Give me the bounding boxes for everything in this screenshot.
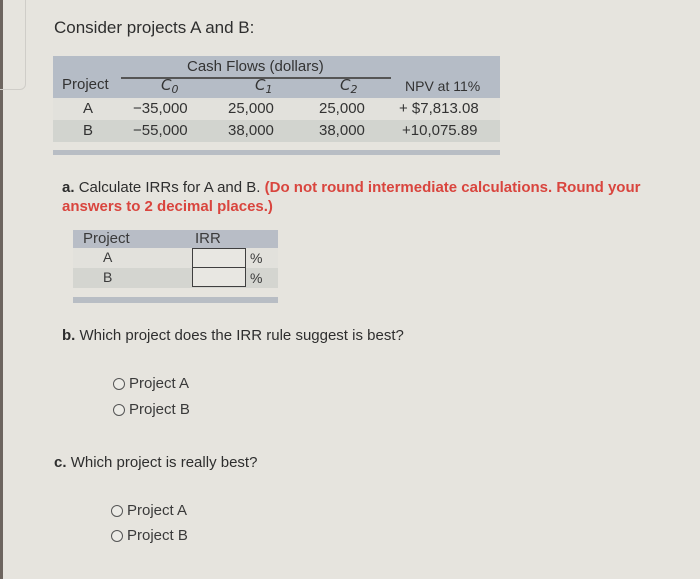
intro-text: Consider projects A and B:: [54, 18, 255, 37]
irr-header-irr: IRR: [195, 230, 221, 247]
header-c0-base: C: [161, 76, 172, 94]
cell-project: A: [83, 100, 94, 117]
irr-row-a: A %: [73, 248, 278, 268]
cell-c0: −55,000: [133, 122, 188, 139]
option-label: Project B: [127, 527, 188, 544]
corner-frame: [0, 0, 26, 90]
cell-npv: +10,075.89: [402, 122, 478, 139]
header-npv: NPV at 11%: [405, 78, 481, 94]
cash-flow-table-header: Cash Flows (dollars) Project C0 C1 C2 NP…: [53, 56, 500, 98]
question-c-option-a[interactable]: Project A: [111, 502, 187, 519]
table-row: A −35,000 25,000 25,000 + $7,813.08: [53, 98, 500, 120]
cell-c2: 38,000: [319, 122, 365, 139]
header-c1: C1: [255, 76, 272, 96]
radio-button-icon[interactable]: [111, 504, 123, 517]
irr-table: Project IRR A % B %: [73, 230, 278, 303]
table-footer-rule: [53, 150, 500, 155]
question-a: a. Calculate IRRs for A and B. (Do not r…: [62, 178, 682, 216]
question-b-text: Which project does the IRR rule suggest …: [79, 327, 404, 344]
irr-table-header: Project IRR: [73, 230, 278, 248]
option-label: Project B: [129, 401, 190, 418]
irr-table-footer-rule: [73, 297, 278, 303]
table-row: B −55,000 38,000 38,000 +10,075.89: [53, 120, 500, 142]
header-c0: C0: [161, 76, 178, 96]
header-c0-sub: 0: [171, 83, 179, 96]
header-project: Project: [62, 76, 109, 93]
question-c-text: Which project is really best?: [70, 454, 258, 471]
question-c-option-b[interactable]: Project B: [111, 527, 188, 544]
header-c2-sub: 2: [350, 83, 358, 96]
cell-c2: 25,000: [319, 100, 365, 117]
percent-sign-b: %: [250, 270, 263, 286]
cell-c1: 38,000: [228, 122, 274, 139]
cash-flow-table: Cash Flows (dollars) Project C0 C1 C2 NP…: [53, 56, 500, 155]
irr-input-b[interactable]: [192, 267, 246, 287]
percent-sign-a: %: [250, 250, 263, 266]
cell-project: B: [83, 122, 94, 139]
radio-button-icon[interactable]: [113, 403, 125, 416]
irr-header-project: Project: [83, 230, 130, 247]
cell-c1: 25,000: [228, 100, 274, 117]
question-b: b. Which project does the IRR rule sugge…: [62, 327, 404, 344]
irr-row-b: B %: [73, 267, 278, 288]
question-b-letter: b.: [62, 327, 76, 344]
question-b-option-b[interactable]: Project B: [113, 401, 190, 418]
header-c2-base: C: [340, 76, 351, 94]
option-label: Project A: [127, 502, 188, 519]
cell-npv: + $7,813.08: [399, 100, 479, 117]
cash-flows-super-header: Cash Flows (dollars): [187, 58, 324, 75]
question-c: c. Which project is really best?: [54, 454, 257, 471]
question-c-letter: c.: [54, 454, 67, 471]
question-a-letter: a.: [62, 179, 75, 196]
header-c2: C2: [340, 76, 357, 96]
header-c1-sub: 1: [265, 83, 273, 96]
radio-button-icon[interactable]: [111, 529, 123, 542]
radio-button-icon[interactable]: [113, 377, 125, 390]
header-c1-base: C: [255, 76, 266, 94]
question-a-text: Calculate IRRs for A and B.: [78, 179, 261, 196]
question-b-option-a[interactable]: Project A: [113, 375, 189, 392]
irr-project-a: A: [103, 249, 113, 265]
cell-c0: −35,000: [133, 100, 188, 117]
option-label: Project A: [129, 375, 190, 392]
irr-project-b: B: [103, 269, 113, 285]
irr-input-a[interactable]: [192, 248, 246, 268]
